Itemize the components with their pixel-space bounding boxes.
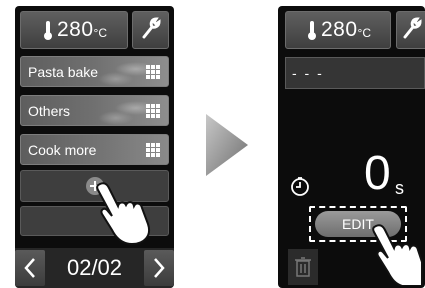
settings-button[interactable] bbox=[132, 11, 169, 49]
temperature-unit: °C bbox=[93, 26, 107, 40]
thermometer-icon bbox=[305, 19, 319, 41]
thermometer-icon bbox=[41, 19, 55, 41]
hand-pointer-icon bbox=[96, 182, 150, 246]
grid-icon bbox=[146, 65, 160, 79]
recipe-label: Pasta bake bbox=[28, 64, 99, 80]
recipe-item-pasta-bake[interactable]: Pasta bake bbox=[20, 56, 169, 87]
recipe-name-field[interactable]: - - - bbox=[285, 57, 425, 89]
temperature-value: 280 bbox=[56, 18, 94, 41]
wrench-icon bbox=[402, 16, 422, 44]
chevron-right-icon bbox=[154, 258, 165, 278]
page-indicator: 02/02 bbox=[66, 255, 123, 280]
cook-time-value: 0 bbox=[364, 147, 391, 200]
wrench-icon bbox=[141, 16, 161, 44]
cook-time-unit: s bbox=[395, 178, 404, 198]
recipe-item-others[interactable]: Others bbox=[20, 95, 169, 126]
prev-page-button[interactable] bbox=[15, 250, 45, 286]
next-page-button[interactable] bbox=[144, 250, 174, 286]
settings-button[interactable] bbox=[396, 11, 425, 49]
hand-pointer-icon bbox=[372, 224, 423, 286]
delete-button[interactable] bbox=[288, 249, 318, 285]
pagination-bar: 02/02 bbox=[15, 248, 174, 288]
triangle-arrow-icon bbox=[206, 114, 248, 176]
temperature-button[interactable]: 280 °C bbox=[285, 11, 391, 49]
grid-icon bbox=[146, 104, 160, 118]
chevron-left-icon bbox=[24, 258, 35, 278]
timer-icon bbox=[291, 177, 309, 196]
grid-icon bbox=[146, 143, 160, 157]
trash-icon bbox=[295, 257, 311, 277]
temperature-button[interactable]: 280 °C bbox=[20, 11, 128, 49]
recipe-label: Others bbox=[28, 103, 71, 119]
temperature-unit: °C bbox=[357, 26, 371, 40]
recipe-label: Cook more bbox=[28, 142, 97, 158]
recipe-item-cook-more[interactable]: Cook more bbox=[20, 134, 169, 165]
temperature-value: 280 bbox=[320, 18, 358, 41]
